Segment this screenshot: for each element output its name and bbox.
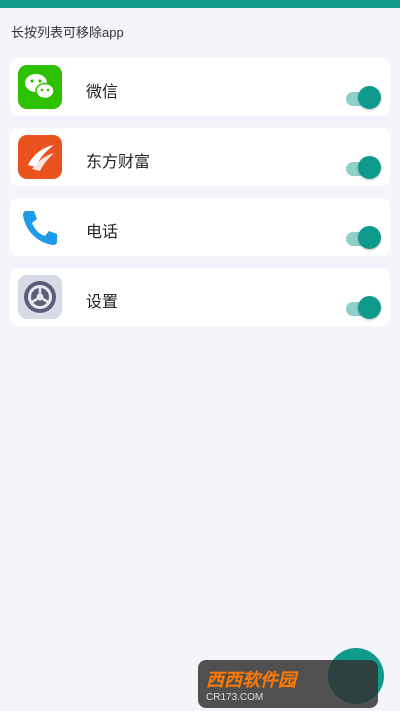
app-label: 设置 bbox=[86, 294, 119, 311]
toggle-wechat[interactable] bbox=[346, 86, 382, 110]
settings-gear-icon bbox=[18, 275, 62, 319]
toggle-phone[interactable] bbox=[346, 226, 382, 250]
watermark: 西西软件园 CR173.COM bbox=[198, 660, 378, 708]
status-accent-bar bbox=[0, 0, 400, 8]
app-list-item-eastmoney[interactable]: 东方财富 bbox=[10, 128, 390, 186]
app-label: 微信 bbox=[86, 84, 119, 101]
app-list-item-wechat[interactable]: 微信 bbox=[10, 58, 390, 116]
toggle-knob bbox=[358, 226, 381, 249]
watermark-name: 西西软件园 bbox=[206, 670, 296, 690]
toggle-knob bbox=[358, 296, 381, 319]
toggle-eastmoney[interactable] bbox=[346, 156, 382, 180]
eastmoney-icon bbox=[18, 135, 62, 179]
phone-icon bbox=[18, 205, 62, 249]
watermark-site: CR173.COM bbox=[206, 692, 264, 703]
app-label: 电话 bbox=[86, 224, 119, 241]
app-list-item-phone[interactable]: 电话 bbox=[10, 198, 390, 256]
toggle-settings[interactable] bbox=[346, 296, 382, 320]
toggle-knob bbox=[358, 156, 381, 179]
wechat-icon bbox=[18, 65, 62, 109]
toggle-knob bbox=[358, 86, 381, 109]
hint-text: 长按列表可移除app bbox=[11, 25, 124, 40]
app-label: 东方财富 bbox=[86, 154, 151, 171]
app-list-item-settings[interactable]: 设置 bbox=[10, 268, 390, 326]
